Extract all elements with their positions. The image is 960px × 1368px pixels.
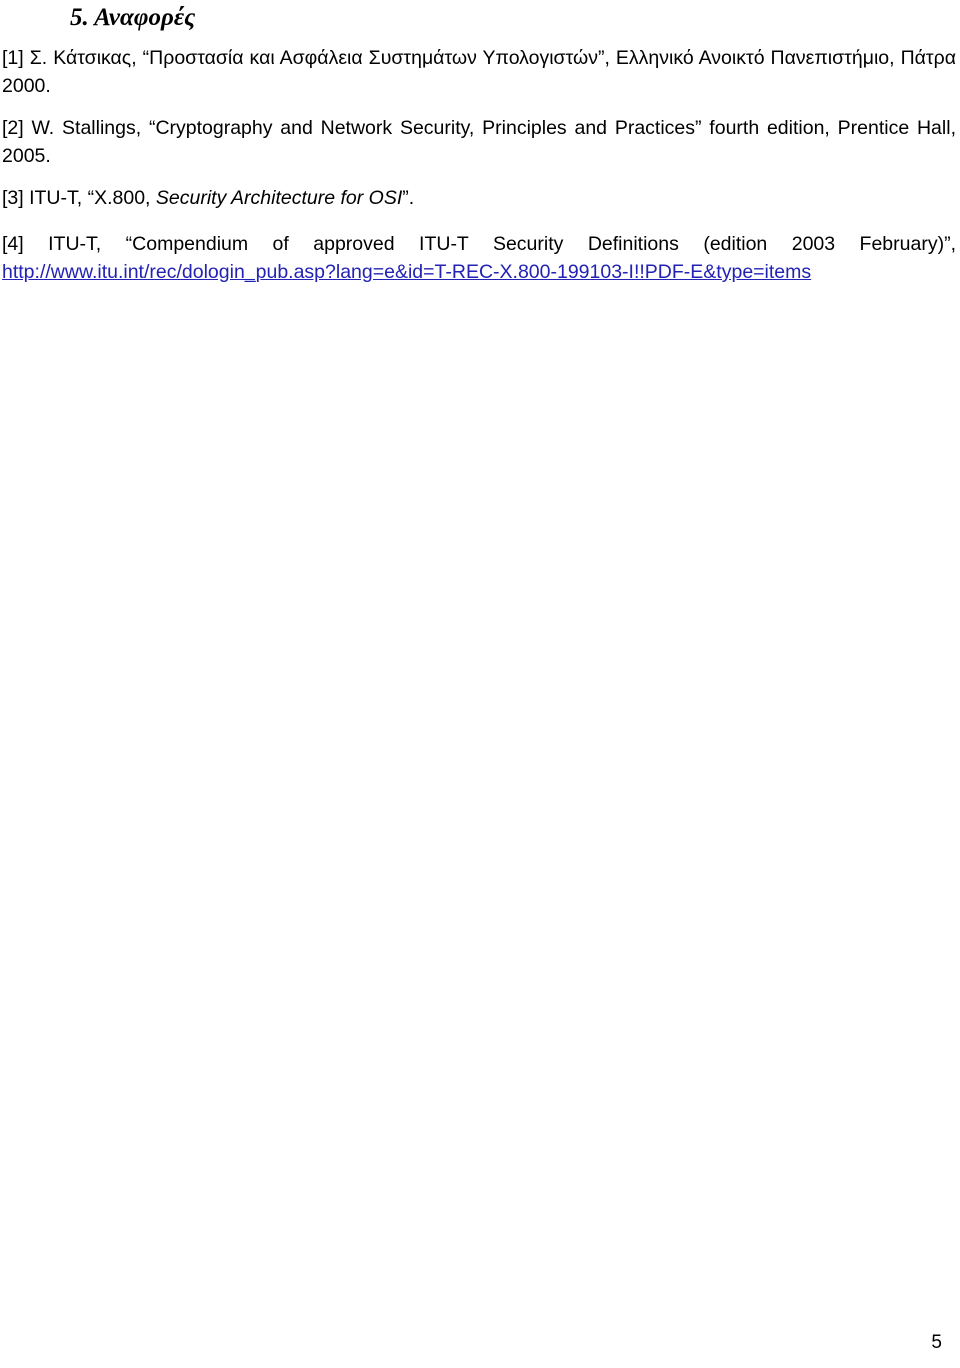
reference-3-prefix: [3] ITU-T, “X.800, — [2, 187, 156, 209]
page-content: 5. Αναφορές [1] Σ. Κάτσικας, “Προστασία … — [2, 0, 956, 286]
reference-item-4: [4] ITU-T, “Compendium of approved ITU-T… — [2, 230, 956, 286]
document-page: 5. Αναφορές [1] Σ. Κάτσικας, “Προστασία … — [0, 0, 960, 1368]
reference-item-3: [3] ITU-T, “X.800, Security Architecture… — [2, 184, 956, 212]
reference-3-suffix: ”. — [402, 187, 415, 209]
reference-4-url-link[interactable]: http://www.itu.int/rec/dologin_pub.asp?l… — [2, 261, 811, 283]
reference-item-2: [2] W. Stallings, “Cryptography and Netw… — [2, 117, 956, 167]
reference-4-text: [4] ITU-T, “Compendium of approved ITU-T… — [2, 233, 956, 255]
reference-item-1: [1] Σ. Κάτσικας, “Προστασία και Ασφάλεια… — [2, 47, 956, 97]
page-number: 5 — [931, 1332, 942, 1353]
reference-3-title-italic: Security Architecture for OSI — [155, 187, 403, 209]
page-title: 5. Αναφορές — [70, 4, 196, 31]
